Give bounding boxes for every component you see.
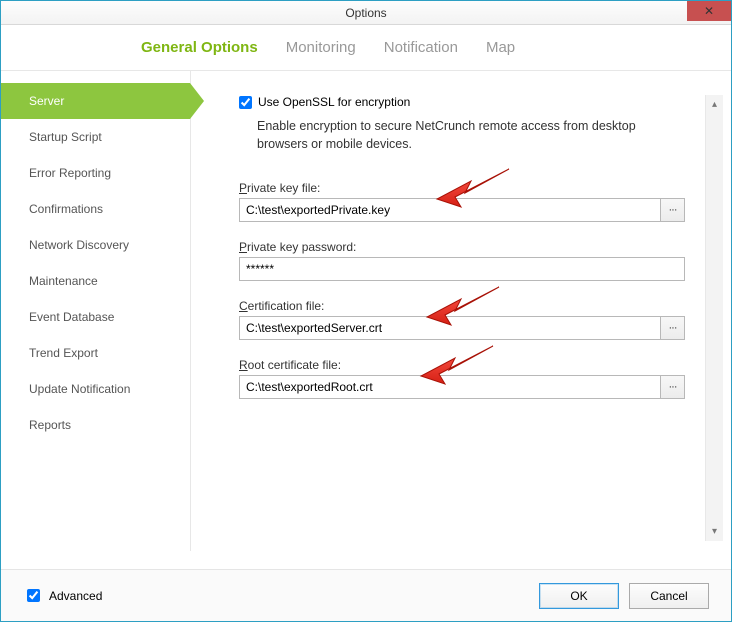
certification-input[interactable] bbox=[240, 317, 660, 339]
window-title: Options bbox=[345, 6, 386, 20]
sidebar-item-label: Network Discovery bbox=[29, 238, 129, 252]
sidebar-item-update-notification[interactable]: Update Notification bbox=[1, 371, 190, 407]
sidebar-item-label: Confirmations bbox=[29, 202, 103, 216]
sidebar-item-confirmations[interactable]: Confirmations bbox=[1, 191, 190, 227]
sidebar-item-label: Trend Export bbox=[29, 346, 98, 360]
scrollbar[interactable]: ▴ ▾ bbox=[705, 95, 723, 541]
sidebar-item-label: Update Notification bbox=[29, 382, 130, 396]
cancel-button[interactable]: Cancel bbox=[629, 583, 709, 609]
private-key-password-input[interactable] bbox=[240, 258, 684, 280]
sidebar-item-label: Error Reporting bbox=[29, 166, 111, 180]
certification-browse-button[interactable]: ··· bbox=[660, 317, 684, 339]
sidebar-item-trend-export[interactable]: Trend Export bbox=[1, 335, 190, 371]
certification-field: Certification file: ··· bbox=[239, 299, 685, 340]
certification-label: Certification file: bbox=[239, 299, 685, 313]
ok-button[interactable]: OK bbox=[539, 583, 619, 609]
options-window: Options ✕ General Options Monitoring Not… bbox=[0, 0, 732, 622]
sidebar-item-label: Maintenance bbox=[29, 274, 98, 288]
ellipsis-icon: ··· bbox=[669, 322, 677, 334]
sidebar: Server Startup Script Error Reporting Co… bbox=[1, 71, 191, 551]
close-button[interactable]: ✕ bbox=[687, 1, 731, 21]
advanced-checkbox[interactable] bbox=[27, 589, 40, 602]
private-key-password-label: Private key password: bbox=[239, 240, 685, 254]
form-area: Use OpenSSL for encryption Enable encryp… bbox=[239, 95, 705, 541]
title-bar: Options ✕ bbox=[1, 1, 731, 25]
private-key-label: Private key file: bbox=[239, 181, 685, 195]
use-openssl-row: Use OpenSSL for encryption bbox=[239, 95, 701, 109]
root-cert-browse-button[interactable]: ··· bbox=[660, 376, 684, 398]
scroll-down-icon: ▾ bbox=[712, 526, 717, 537]
openssl-description: Enable encryption to secure NetCrunch re… bbox=[257, 117, 685, 153]
private-key-input[interactable] bbox=[240, 199, 660, 221]
certification-input-wrap: ··· bbox=[239, 316, 685, 340]
ellipsis-icon: ··· bbox=[669, 381, 677, 393]
private-key-password-field: Private key password: bbox=[239, 240, 685, 281]
body: Server Startup Script Error Reporting Co… bbox=[1, 71, 731, 551]
root-cert-input-wrap: ··· bbox=[239, 375, 685, 399]
sidebar-item-label: Event Database bbox=[29, 310, 114, 324]
sidebar-item-maintenance[interactable]: Maintenance bbox=[1, 263, 190, 299]
private-key-password-input-wrap bbox=[239, 257, 685, 281]
private-key-input-wrap: ··· bbox=[239, 198, 685, 222]
content-pane: Use OpenSSL for encryption Enable encryp… bbox=[191, 71, 731, 551]
footer: Advanced OK Cancel bbox=[1, 569, 731, 621]
tab-monitoring[interactable]: Monitoring bbox=[286, 39, 356, 56]
root-cert-field: Root certificate file: ··· bbox=[239, 358, 685, 399]
advanced-label: Advanced bbox=[49, 589, 102, 603]
sidebar-item-reports[interactable]: Reports bbox=[1, 407, 190, 443]
sidebar-item-startup-script[interactable]: Startup Script bbox=[1, 119, 190, 155]
private-key-browse-button[interactable]: ··· bbox=[660, 199, 684, 221]
tab-map[interactable]: Map bbox=[486, 39, 515, 56]
sidebar-item-error-reporting[interactable]: Error Reporting bbox=[1, 155, 190, 191]
root-cert-label: Root certificate file: bbox=[239, 358, 685, 372]
sidebar-item-label: Reports bbox=[29, 418, 71, 432]
ellipsis-icon: ··· bbox=[669, 204, 677, 216]
close-icon: ✕ bbox=[704, 4, 714, 18]
sidebar-item-server[interactable]: Server bbox=[1, 83, 190, 119]
main-tabs: General Options Monitoring Notification … bbox=[1, 25, 731, 71]
sidebar-item-network-discovery[interactable]: Network Discovery bbox=[1, 227, 190, 263]
use-openssl-checkbox[interactable] bbox=[239, 96, 252, 109]
sidebar-item-label: Startup Script bbox=[29, 130, 102, 144]
tab-general-options[interactable]: General Options bbox=[141, 39, 258, 56]
scroll-up-icon: ▴ bbox=[712, 99, 717, 110]
private-key-field: Private key file: ··· bbox=[239, 181, 685, 222]
root-cert-input[interactable] bbox=[240, 376, 660, 398]
use-openssl-label: Use OpenSSL for encryption bbox=[258, 95, 410, 109]
advanced-row: Advanced bbox=[23, 586, 102, 605]
sidebar-item-event-database[interactable]: Event Database bbox=[1, 299, 190, 335]
tab-notification[interactable]: Notification bbox=[384, 39, 458, 56]
footer-buttons: OK Cancel bbox=[539, 583, 709, 609]
sidebar-item-label: Server bbox=[29, 94, 64, 108]
